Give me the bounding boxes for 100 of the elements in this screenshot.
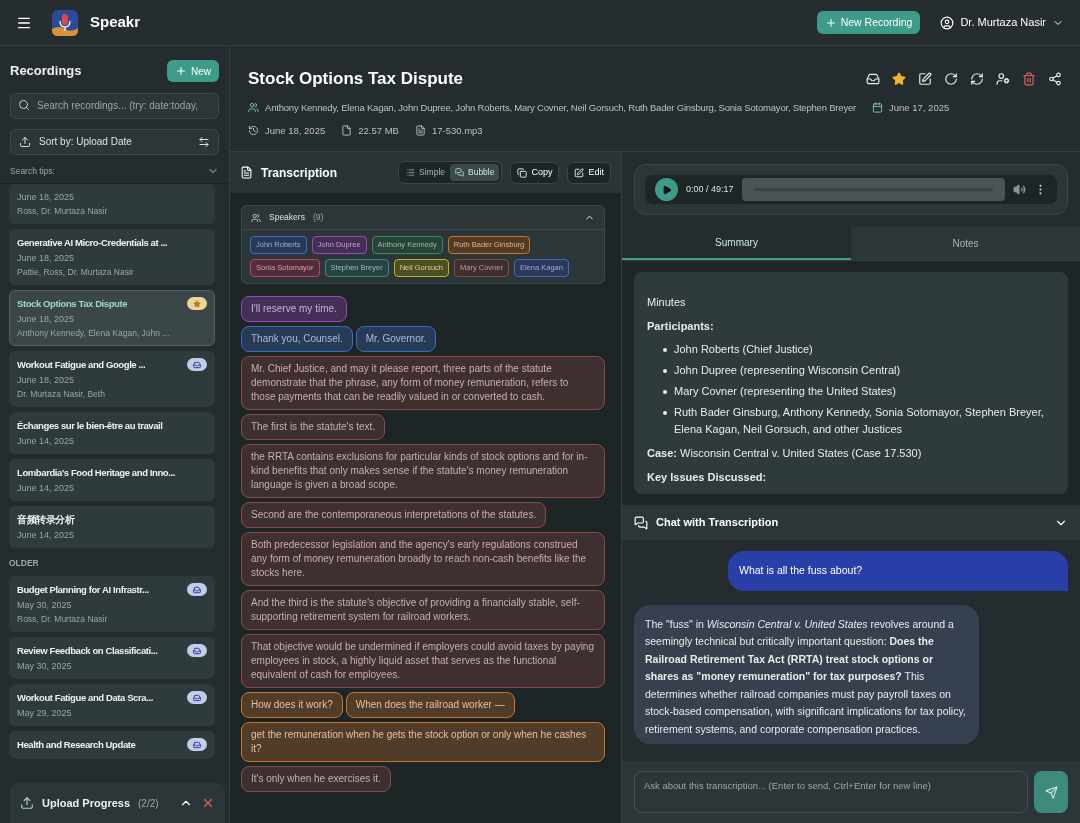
recording-item[interactable]: 音频转录分析 June 14, 2025 — [9, 506, 215, 549]
document-icon — [240, 166, 253, 179]
share-icon[interactable] — [1048, 71, 1062, 86]
recording-item[interactable]: Workout Fatigue and Google ... June 18, 2025 Dr. Murtaza Nasir, Beth — [9, 351, 215, 408]
recording-participants: Anthony Kennedy, Elena Kagan, John ... — [17, 327, 171, 340]
view-toggle-option[interactable]: Bubble — [450, 164, 500, 181]
summary-heading: Key Issues Discussed: — [647, 469, 768, 485]
summary-paragraph: Case: Wisconsin Central v. United States (Case 17.530) — [647, 446, 923, 461]
copy-button[interactable]: Copy — [510, 161, 560, 184]
speech-bubble: the RRTA contains exclusions for particular kinds of stock options and for in-kind benefits that only makes sense if the statute's money remuneration language is given a broad scope. — [241, 444, 605, 498]
upload-progress-title: Upload Progress — [42, 795, 131, 811]
redo-icon[interactable] — [944, 71, 958, 86]
recording-item[interactable]: Budget Planning for AI Infrastr... May 30, 2025 Ross, Dr. Murtaza Nasir — [9, 576, 215, 632]
calendar-icon — [872, 102, 883, 114]
summary-heading: Participants: — [647, 318, 715, 334]
recording-item[interactable]: Workout Fatigue and Data Scra... May 29, 2025 — [9, 684, 215, 726]
recording-item[interactable]: Health and Research Update — [9, 731, 215, 759]
trash-icon[interactable] — [1022, 71, 1036, 86]
group-label: OLDER — [9, 557, 40, 571]
tab[interactable]: Notes — [851, 227, 1080, 260]
speech-bubble: Mr. Governor. — [355, 326, 437, 352]
speakers-title: Speakers — [269, 211, 305, 224]
summary-list-item: Mary Covner (representing the United States) — [674, 384, 896, 399]
send-button[interactable] — [1034, 771, 1068, 813]
speech-bubble: Both predecessor legislation and the agency's early regulations construed any form of money remuneration broadly to reach non-cash benefits like the stocks here. — [241, 532, 605, 586]
user-menu[interactable]: Dr. Murtaza Nasir — [940, 14, 1064, 31]
file-icon — [414, 125, 426, 137]
recording-date: June 14, 2025 — [17, 529, 76, 542]
edit-icon[interactable] — [918, 71, 932, 86]
user-settings-icon[interactable] — [996, 71, 1010, 86]
recording-title: Stock Options Tax Dispute — [248, 68, 464, 90]
search-tips-label: Search tips: — [10, 164, 55, 178]
recording-item[interactable]: Generative AI Micro-Credentials at ... June 18, 2025 Pattie, Ross, Dr. Murtaza Nasir — [9, 229, 215, 286]
bullet-icon — [663, 411, 667, 415]
swap-icon — [198, 135, 210, 148]
speech-bubble: Mr. Chief Justice, and may it please report, three parts of the statute demonstrate that the phrase, any form of money remuneration, refers to those payments that can be readily valued in or converted to cash. — [241, 356, 605, 410]
recording-item[interactable]: Échanges sur le bien-être au travail June 14, 2025 — [9, 412, 215, 455]
recording-title: Échanges sur le bien-être au travail — [17, 419, 163, 434]
speech-bubble: It's only when he exercises it. — [241, 766, 391, 792]
volume-icon[interactable] — [1013, 183, 1026, 196]
recording-title: Workout Fatigue and Data Scra... — [17, 691, 153, 705]
recording-item[interactable]: Review Feedback on Classificati... May 30, 2025 — [9, 637, 215, 679]
assistant-message: The "fuss" in Wisconsin Central v. United States revolves around a seemingly technical but critically important question: Does the Railroad Retirement Tax Act (RRTA) treat stock options or shares as "money remuneration" for tax purposes? This determines whether railroad companies must pay payroll taxes on stock-based compensation, with significant implications for tax policy, retirement systems, and corporate compensation practices. — [634, 604, 979, 745]
speech-bubble: And the third is the statute's objective of providing a financially stable, self-supporting retirement system for railroad workers. — [241, 590, 605, 630]
user-message: What is all the fuss about? — [728, 551, 1068, 591]
file-size: 22.57 MB — [358, 123, 399, 138]
file-name: 17-530.mp3 — [431, 123, 483, 138]
summary-list-item: John Dupree (representing Wisconsin Central) — [674, 363, 901, 378]
recording-participants: Dr. Murtaza Nasir, Beth — [17, 388, 106, 401]
speech-bubble: get the remuneration when he gets the stock option or only when he cashes it? — [241, 722, 605, 762]
copy-icon — [517, 167, 528, 178]
summary-paragraph: Minutes — [647, 295, 687, 310]
transcription-title: Transcription — [261, 164, 338, 182]
recording-item[interactable]: June 18, 2025 Ross, Dr. Murtaza Nasir — [9, 184, 215, 225]
user-icon — [940, 15, 955, 30]
chat-input[interactable]: Ask about this transcription... (Enter to send, Ctrl+Enter for new line) — [634, 771, 1028, 813]
star-icon[interactable] — [892, 71, 906, 86]
upload-icon — [19, 135, 31, 148]
inbox-icon[interactable] — [866, 71, 880, 86]
logo-icon — [52, 9, 78, 36]
recording-item[interactable]: Stock Options Tax Dispute June 18, 2025 Anthony Kennedy, Elena Kagan, John ... — [9, 290, 215, 347]
close-icon[interactable] — [201, 796, 215, 810]
sort-button[interactable]: Sort by: Upload Date — [10, 128, 219, 155]
users-icon — [248, 102, 259, 114]
recording-title: Workout Fatigue and Google ... — [17, 358, 146, 373]
play-icon — [661, 184, 672, 195]
refresh-icon[interactable] — [970, 71, 984, 86]
send-icon — [1044, 785, 1058, 799]
recording-title: Stock Options Tax Dispute — [17, 297, 128, 312]
recording-title: 音频转录分析 — [17, 513, 75, 528]
participants-text: Anthony Kennedy, Elena Kagan, John Dupree, John Roberts, Mary Covner, Neil Gorsuch, Ruth Bader Ginsburg, Sonia Sotomayor, Stephen Breyer — [265, 100, 856, 115]
recording-participants: Pattie, Ross, Dr. Murtaza Nasir — [17, 266, 135, 279]
speech-bubble: How does it work? — [241, 692, 343, 718]
play-button[interactable] — [655, 178, 678, 201]
speech-bubble: When does the railroad worker — — [345, 692, 515, 718]
inbox-badge — [187, 358, 207, 372]
recording-date: May 30, 2025 — [17, 660, 73, 672]
file-size-icon — [341, 125, 353, 137]
recording-title: Lombardia's Food Heritage and Inno... — [17, 466, 175, 481]
list-icon — [406, 168, 415, 177]
recording-item[interactable]: Lombardia's Food Heritage and Inno... June 14, 2025 — [9, 459, 215, 502]
recording-participants: Ross, Dr. Murtaza Nasir — [17, 205, 109, 218]
history-icon — [248, 125, 259, 137]
inbox-badge — [187, 738, 207, 751]
search-field[interactable]: Search recordings... (try: date:today, — [10, 92, 219, 119]
sidebar-title: Recordings — [10, 62, 82, 81]
search-icon — [18, 99, 30, 111]
bullet-icon — [663, 390, 667, 394]
recording-date: May 29, 2025 — [17, 707, 73, 719]
view-toggle-option[interactable]: Simple — [401, 164, 450, 181]
recording-title: Generative AI Micro-Credentials at ... — [17, 236, 168, 251]
inbox-badge — [187, 583, 207, 596]
summary-list-item: John Roberts (Chief Justice) — [674, 342, 813, 357]
upload-date: June 18, 2025 — [265, 123, 326, 138]
audio-time: 0:00 / 49:17 — [686, 182, 734, 196]
edit-button[interactable]: Edit — [567, 161, 611, 184]
inbox-badge — [187, 691, 207, 704]
speech-bubble: I'll reserve my time. — [241, 296, 347, 322]
summary-list-item: Ruth Bader Ginsburg, Anthony Kennedy, Sonia Sotomayor, Stephen Breyer, Elena Kagan, Neil Gorsuch, and other Justices — [674, 405, 1045, 437]
upload-count: (2/2) — [138, 796, 160, 811]
